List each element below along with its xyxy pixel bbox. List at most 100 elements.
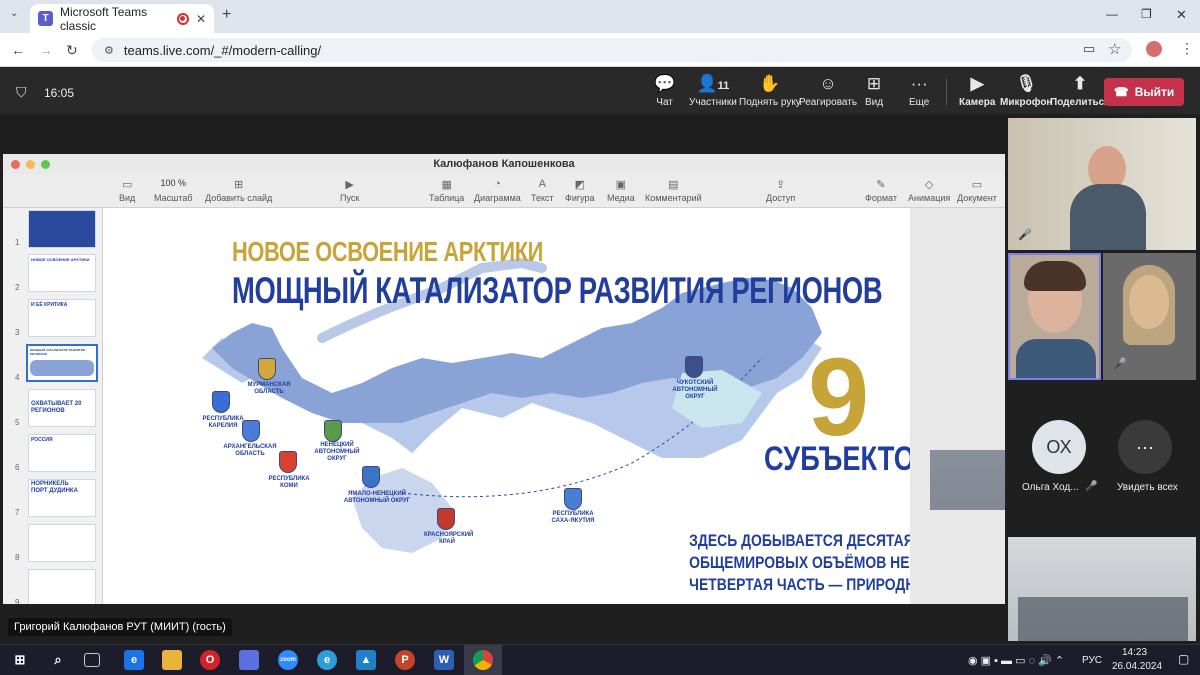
tb-view[interactable]: ▭ Вид (119, 178, 135, 203)
chrome-icon[interactable] (473, 650, 493, 670)
slide-navigator: 1 2 НОВОЕ ОСВОЕНИЕ АРКТИКИ 3 И ЕЁ КРИТИК… (3, 208, 103, 604)
window-close-icon[interactable]: ✕ (1176, 7, 1187, 23)
tb-table[interactable]: ▦ Таблица (429, 178, 464, 203)
tb-comment[interactable]: ▤ Комментарий (645, 178, 702, 203)
tb-share[interactable]: ⇪ Доступ (766, 178, 795, 203)
slide-thumbnail-8[interactable] (28, 524, 96, 562)
region-label-krasnoyarsk: КРАСНОЯРСКИЙ КРАЙ (424, 532, 474, 545)
more-icon: ··· (1136, 436, 1154, 457)
participant-video-1[interactable]: 🎤 (1008, 118, 1196, 250)
reload-icon[interactable]: ↻ (66, 42, 78, 59)
tb-text[interactable]: A Текст (531, 178, 554, 203)
close-dot[interactable] (11, 160, 20, 169)
more-icon: ··· (910, 74, 928, 93)
tb-chart-label: Диаграмма (474, 193, 521, 203)
keynote-title: Калюфанов Капошенкова (3, 154, 1005, 174)
microphone-button[interactable]: 🎙 Микрофон (1000, 74, 1052, 108)
slide-thumbnail-5[interactable]: ОХВАТЫВАЕТ 20 РЕГИОНОВ (28, 389, 96, 427)
tab-close-icon[interactable]: ✕ (196, 12, 206, 26)
slide-subjects-label: СУБЪЕКТОВ (764, 440, 910, 478)
slide-thumbnail-2[interactable]: НОВОЕ ОСВОЕНИЕ АРКТИКИ (28, 254, 96, 292)
tb-document[interactable]: ▭ Документ (957, 178, 997, 203)
edge-dev-icon[interactable]: e (317, 650, 337, 670)
tb-table-label: Таблица (429, 193, 465, 203)
mic-muted-icon: 🎤 (1085, 481, 1098, 492)
participant-hair (1024, 261, 1086, 291)
raise-hand-button[interactable]: ✋ Поднять руку (739, 74, 801, 108)
region-label-yakutia: РЕСПУБЛИКА САХА-ЯКУТИЯ (551, 511, 595, 524)
slide-thumbnail-3[interactable]: И ЕЁ КРИТИКА (28, 299, 96, 337)
language-indicator[interactable]: РУС (1082, 655, 1102, 666)
forward-icon[interactable]: → (39, 42, 53, 58)
arkhangelsk-emblem (242, 420, 260, 442)
participant-avatar[interactable]: ОХ (1032, 420, 1086, 474)
maximize-icon[interactable]: ❐ (1141, 7, 1152, 21)
tb-animate[interactable]: ◇ Анимация (908, 178, 950, 203)
participants-button[interactable]: 👤11 Участники (689, 74, 737, 108)
powerpoint-icon[interactable]: P (395, 650, 415, 670)
notification-icon[interactable]: ▢ (1178, 652, 1189, 666)
site-settings-icon[interactable]: ⚙ (104, 44, 114, 57)
tray-icons[interactable]: ◉ ▣ ▪ ▬ ▭ ◌ 🔊 ⌃ (968, 654, 1064, 667)
clock-time[interactable]: 14:23 (1122, 647, 1147, 658)
zoom-dot[interactable] (41, 160, 50, 169)
tb-media[interactable]: ▣ Медиа (607, 178, 635, 203)
tb-add-slide[interactable]: ⊞ Добавить слайд (205, 178, 272, 203)
people-icon: 👤11 (696, 74, 730, 93)
nenets-emblem (324, 420, 342, 442)
back-icon[interactable]: ← (11, 42, 25, 58)
minimize-icon[interactable]: — (1106, 7, 1118, 21)
new-tab-button[interactable]: + (222, 6, 231, 24)
tb-shape[interactable]: ◩ Фигура (565, 178, 595, 203)
tb-format[interactable]: ✎ Формат (865, 178, 897, 203)
word-icon[interactable]: W (434, 650, 454, 670)
camera-button[interactable]: ▶ Камера (959, 74, 995, 108)
more-label: Еще (909, 97, 930, 108)
tb-zoom[interactable]: 100 % Масштаб (154, 178, 193, 203)
comment-icon: ▤ (668, 179, 679, 191)
leave-button[interactable]: ☎ Выйти (1104, 78, 1184, 106)
more-button[interactable]: ··· Еще (909, 74, 929, 108)
region-label-yamal: ЯМАЛО-НЕНЕЦКИЙ АВТОНОМНЫЙ ОКРУГ (343, 491, 411, 504)
photos-icon[interactable]: ▲ (356, 650, 376, 670)
chat-button[interactable]: 💬 Чат (654, 74, 675, 108)
browser-tab[interactable]: T Microsoft Teams classic ✕ (30, 4, 214, 33)
slide-thumbnail-9[interactable] (28, 569, 96, 604)
browser-menu-icon[interactable]: ⋮ (1180, 40, 1194, 57)
share-button[interactable]: ⬆ Поделиться (1050, 74, 1110, 108)
slide-thumbnail-6[interactable]: РОССИЯ (28, 434, 96, 472)
tab-list-chevron-icon[interactable]: ⌄ (10, 8, 18, 19)
meeting-timer: 16:05 (44, 86, 75, 100)
minimize-dot[interactable] (26, 160, 35, 169)
zoom-icon[interactable]: zoom (278, 650, 298, 670)
slide-thumbnail-7[interactable]: НОРНИКЕЛЬ ПОРТ ДУДИНКА (28, 479, 96, 517)
participant-video-2[interactable] (1008, 253, 1101, 380)
chukotka-emblem (685, 356, 703, 378)
url-field[interactable]: ⚙ teams.live.com/_#/modern-calling/ (92, 38, 1132, 62)
participant-video-3[interactable]: 🎤 (1103, 253, 1196, 380)
see-all-button[interactable]: ··· (1118, 420, 1172, 474)
play-icon: ▶ (345, 179, 354, 191)
file-explorer-icon[interactable] (162, 650, 182, 670)
tb-chart[interactable]: ◔ Диаграмма (474, 178, 521, 203)
camera-permission-icon[interactable]: ▭ (1083, 41, 1095, 57)
tb-play[interactable]: ▶ Пуск (340, 178, 359, 203)
participant-video-room[interactable] (1008, 537, 1196, 641)
edge-icon[interactable]: e (124, 650, 144, 670)
windows-start-icon[interactable]: ⊞ (10, 650, 30, 670)
clock-date[interactable]: 26.04.2024 (1112, 661, 1162, 672)
react-button[interactable]: ☺ Реагировать (799, 74, 857, 108)
search-icon[interactable]: ⌕ (48, 650, 68, 670)
bookmark-star-icon[interactable]: ☆ (1108, 40, 1121, 58)
hand-icon: ✋ (759, 74, 781, 93)
slide-thumbnail-4-selected[interactable]: МОЩНЫЙ КАТАЛИЗАТОР РАЗВИТИЯ РЕГИОНОВ (26, 344, 98, 382)
slide-thumbnail-1[interactable] (28, 210, 96, 248)
tb-play-label: Пуск (340, 193, 360, 203)
see-all-label: Увидеть всех (1117, 482, 1178, 493)
opera-icon[interactable]: O (200, 650, 220, 670)
profile-avatar[interactable] (1146, 41, 1162, 57)
task-view-icon[interactable] (84, 653, 100, 667)
view-button[interactable]: ⊞ Вид (865, 74, 883, 108)
participant-body (1070, 184, 1146, 250)
save-app-icon[interactable] (239, 650, 259, 670)
